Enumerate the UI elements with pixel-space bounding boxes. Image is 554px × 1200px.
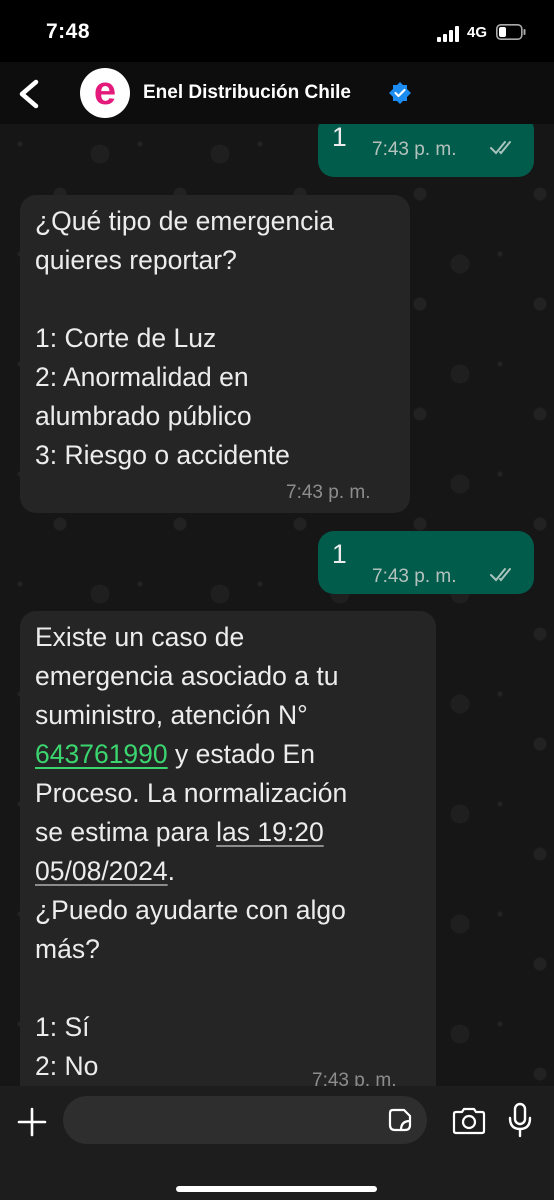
- message-fragment: .: [167, 856, 176, 886]
- message-line: 643761990 y estado En: [35, 735, 347, 774]
- message-line: más?: [35, 934, 100, 964]
- chevron-left-icon[interactable]: [12, 74, 48, 114]
- chat-header: e Enel Distribución Chile: [0, 62, 554, 124]
- read-receipt-icon: [490, 141, 511, 155]
- date-link[interactable]: 05/08/2024: [35, 856, 168, 886]
- message-text: 1: [332, 539, 347, 569]
- status-bar: 7:48 4G: [0, 0, 554, 62]
- message-outgoing[interactable]: 1 7:43 p. m.: [318, 531, 534, 594]
- camera-icon[interactable]: [451, 1106, 487, 1136]
- message-line: 05/08/2024.: [35, 852, 347, 891]
- message-line: alumbrado público: [35, 401, 252, 431]
- status-time: 7:48: [46, 20, 91, 43]
- message-incoming[interactable]: ¿Qué tipo de emergencia quieres reportar…: [20, 195, 410, 513]
- message-line: 1: Corte de Luz: [35, 323, 217, 353]
- message-line: suministro, atención N°: [35, 700, 308, 730]
- chat-area[interactable]: 1 7:43 p. m. ¿Qué tipo de emergencia qui…: [0, 124, 554, 1086]
- network-type: 4G: [467, 24, 488, 41]
- signal-icon: [437, 26, 459, 42]
- message-time: 7:43 p. m.: [372, 566, 457, 587]
- message-line: [35, 969, 347, 1008]
- message-line: Existe un caso de: [35, 622, 245, 652]
- microphone-icon[interactable]: [507, 1102, 533, 1138]
- home-indicator[interactable]: [176, 1186, 377, 1192]
- message-line: 3: Riesgo o accidente: [35, 440, 290, 470]
- message-outgoing[interactable]: 1 7:43 p. m.: [318, 124, 534, 177]
- case-number-link[interactable]: 643761990: [35, 739, 168, 769]
- message-text: Existe un caso de emergencia asociado a …: [35, 618, 347, 1086]
- message-line: 2: Anormalidad en: [35, 362, 249, 392]
- message-line: [35, 280, 334, 319]
- date-link[interactable]: las 19:20: [216, 817, 324, 847]
- message-line: ¿Qué tipo de emergencia: [35, 206, 335, 236]
- message-line: ¿Puedo ayudarte con algo: [35, 895, 346, 925]
- message-text: 1: [332, 124, 347, 152]
- message-text: ¿Qué tipo de emergencia quieres reportar…: [35, 202, 334, 475]
- message-time: 7:43 p. m.: [372, 139, 457, 160]
- message-line: 2: No: [35, 1051, 99, 1081]
- message-line: quieres reportar?: [35, 245, 237, 275]
- verified-badge-icon: [389, 82, 411, 104]
- message-line: Proceso. La normalización: [35, 778, 348, 808]
- message-fragment: se estima para: [35, 817, 217, 847]
- message-line: 1: Sí: [35, 1012, 90, 1042]
- read-receipt-icon: [490, 568, 511, 582]
- message-incoming[interactable]: Existe un caso de emergencia asociado a …: [20, 611, 436, 1086]
- message-time: 7:43 p. m.: [312, 1070, 397, 1086]
- sticker-icon[interactable]: [388, 1108, 412, 1132]
- input-bar: [0, 1086, 554, 1200]
- avatar-letter: e: [93, 69, 117, 113]
- battery-icon: [496, 24, 526, 40]
- message-line: se estima para las 19:20: [35, 813, 347, 852]
- message-line: emergencia asociado a tu: [35, 661, 339, 691]
- contact-name[interactable]: Enel Distribución Chile: [143, 82, 351, 104]
- message-fragment: y estado En: [167, 739, 315, 769]
- plus-icon[interactable]: [16, 1106, 48, 1138]
- message-input[interactable]: [63, 1096, 427, 1144]
- avatar[interactable]: e: [80, 68, 130, 118]
- message-time: 7:43 p. m.: [286, 482, 371, 503]
